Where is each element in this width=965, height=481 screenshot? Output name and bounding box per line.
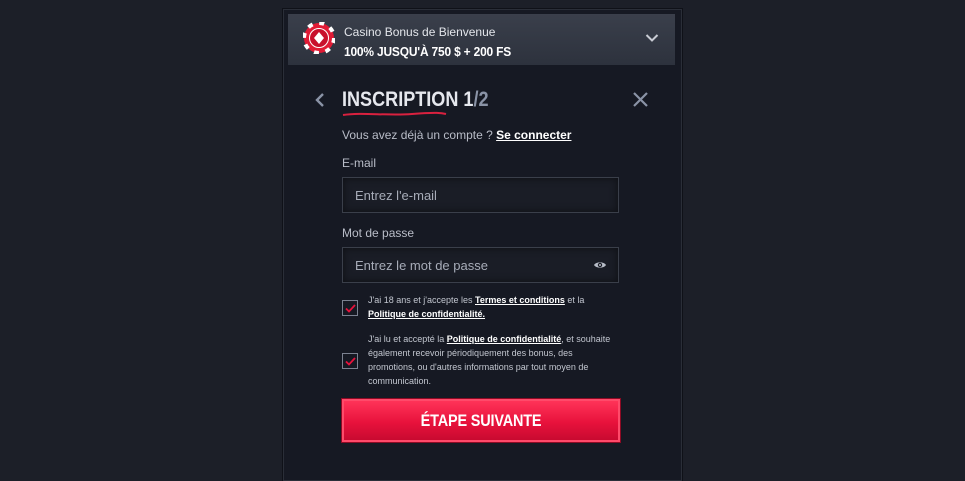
login-link[interactable]: Se connecter (496, 128, 571, 142)
poker-chip-icon (303, 22, 335, 54)
email-field[interactable] (343, 178, 618, 212)
marketing-checkbox[interactable] (342, 353, 358, 369)
marketing-text-1: J'ai lu et accepté la (368, 334, 447, 344)
next-step-label: ÉTAPE SUIVANTE (420, 410, 542, 430)
password-field[interactable] (343, 248, 618, 282)
email-label: E-mail (342, 156, 377, 170)
chevron-down-icon[interactable] (645, 33, 659, 43)
terms-text-1: J'ai 18 ans et j'accepte les (368, 295, 475, 305)
title-underline (342, 111, 447, 116)
privacy-link[interactable]: Politique de confidentialité. (368, 309, 485, 319)
next-step-button[interactable]: ÉTAPE SUIVANTE (342, 399, 620, 442)
bonus-offer: 100% JUSQU'À 750 $ + 200 FS (344, 44, 512, 59)
checkmark-icon (345, 357, 356, 366)
back-arrow-icon[interactable] (314, 92, 326, 108)
login-prompt: Vous avez déjà un compte ? Se connecter (342, 128, 571, 142)
bonus-subtitle: Casino Bonus de Bienvenue (344, 25, 496, 39)
close-icon[interactable] (632, 91, 649, 108)
step-current: 1 (463, 88, 474, 111)
terms-text-2: et la (564, 295, 585, 305)
terms-checkbox[interactable] (342, 300, 358, 316)
page-title: INSCRIPTION 1/2 (342, 88, 489, 112)
terms-link[interactable]: Termes et conditions (475, 295, 565, 305)
bonus-banner[interactable]: Casino Bonus de Bienvenue 100% JUSQU'À 7… (288, 14, 675, 65)
checkmark-icon (345, 304, 356, 313)
title-text: INSCRIPTION (342, 88, 459, 111)
marketing-text: J'ai lu et accepté la Politique de confi… (368, 332, 614, 388)
password-label: Mot de passe (342, 226, 415, 240)
login-question: Vous avez déjà un compte ? (342, 128, 497, 142)
password-field-wrapper (342, 247, 619, 283)
registration-panel: Casino Bonus de Bienvenue 100% JUSQU'À 7… (283, 9, 682, 481)
terms-text: J'ai 18 ans et j'accepte les Termes et c… (368, 293, 614, 321)
marketing-privacy-link[interactable]: Politique de confidentialité (447, 334, 562, 344)
email-field-wrapper (342, 177, 619, 213)
step-total: /2 (473, 88, 489, 111)
eye-icon[interactable] (593, 260, 607, 270)
